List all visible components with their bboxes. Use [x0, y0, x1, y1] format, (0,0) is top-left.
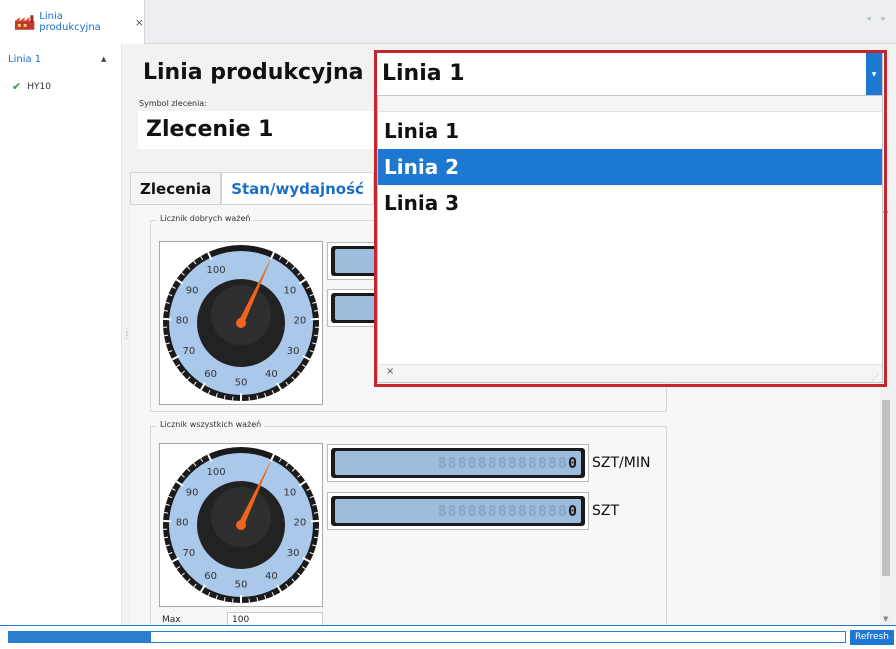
gauge-tick-label: 70 — [183, 548, 196, 559]
collapse-arrow-icon[interactable]: ▲ — [101, 55, 106, 63]
count-unit-label: SZT — [592, 503, 620, 519]
gauge-tick — [313, 512, 319, 514]
document-tab-strip: Linia produkcyjna × ◂ ▸ — [0, 0, 896, 44]
gauge-tick-label: 100 — [207, 265, 226, 276]
scrollbar-thumb[interactable] — [882, 400, 890, 576]
line-tree-panel: Linia 1 ▲ ✔ HY10 — [0, 44, 122, 625]
dropdown-option-linia-3[interactable]: Linia 3 — [378, 185, 882, 221]
combo-selected-value: Linia 1 — [382, 61, 465, 86]
dropdown-search-row[interactable] — [378, 96, 882, 112]
gauge-tick — [163, 334, 169, 337]
gauge-tick-label: 60 — [204, 571, 217, 582]
gauge-tick-label: 30 — [287, 346, 300, 357]
rate-value: 0 — [567, 454, 578, 472]
scroll-down-icon[interactable]: ▼ — [883, 615, 888, 623]
production-line-combo[interactable]: Linia 1 ▼ — [375, 52, 883, 96]
gauge-tick-label: 40 — [265, 571, 278, 582]
max-label: Max — [162, 615, 181, 625]
gauge-needle-cap — [236, 520, 246, 530]
resize-grip-icon[interactable]: ⋰ — [872, 373, 879, 381]
tab-stan-wydajnosc[interactable]: Stan/wydajność — [221, 172, 374, 204]
tree-node-linia-1[interactable]: Linia 1 — [8, 54, 41, 65]
production-line-dropdown: Linia 1 Linia 2 Linia 3 × ⋰ — [377, 95, 883, 383]
refresh-button[interactable]: Refresh — [850, 630, 894, 645]
gauge-tick-label: 40 — [265, 369, 278, 380]
gauge-dial: 10 20 30 40 50 60 70 80 90 100 — [163, 447, 319, 603]
gauge-needle-cap — [236, 318, 246, 328]
tab-label: Linia produkcyjna — [39, 11, 101, 33]
status-bar: Refresh — [0, 625, 896, 649]
all-weighings-gauge: 10 20 30 40 50 60 70 80 90 100 — [159, 443, 323, 607]
all-count-display: 8888888888888 0 — [327, 492, 589, 530]
production-line-label: Linia produkcyjna — [143, 60, 364, 85]
gauge-tick-label: 20 — [294, 315, 307, 326]
gauge-sheen — [211, 285, 271, 345]
factory-icon — [14, 15, 35, 30]
dropdown-option-linia-1[interactable]: Linia 1 — [378, 113, 882, 149]
dropdown-footer: × ⋰ — [378, 364, 882, 382]
gauge-tick-label: 70 — [183, 346, 196, 357]
good-weighings-title: Licznik dobrych ważeń — [157, 214, 254, 223]
gauge-tick — [163, 536, 169, 539]
gauge-sheen — [211, 487, 271, 547]
status-tabs: Zlecenia Stan/wydajność — [130, 172, 374, 204]
tab-linia-produkcyjna[interactable]: Linia produkcyjna × — [0, 0, 145, 44]
gauge-tick — [163, 512, 169, 514]
all-rate-display: 8888888888888 0 — [327, 444, 589, 482]
app-window: Linia produkcyjna × ◂ ▸ Linia 1 ▲ ✔ HY10… — [0, 0, 896, 649]
gauge-tick-label: 100 — [207, 467, 226, 478]
gauge-tick-label: 10 — [284, 488, 297, 499]
gauge-tick-label: 90 — [186, 286, 199, 297]
gauge-tick-label: 50 — [235, 580, 248, 591]
all-weighings-group: Licznik wszystkich ważeń 10 20 30 40 50 60 70 8… — [150, 420, 667, 636]
gauge-tick — [313, 536, 319, 539]
order-symbol-label: Symbol zlecenia: — [139, 99, 207, 108]
clear-icon[interactable]: × — [386, 366, 394, 377]
gauge-tick-label: 60 — [204, 369, 217, 380]
scroll-up-icon[interactable]: ▲ — [883, 206, 888, 214]
gauge-tick-label: 90 — [186, 488, 199, 499]
tab-scroll-arrows-icon[interactable]: ◂ ▸ — [866, 14, 890, 24]
gauge-tick — [313, 310, 319, 312]
gauge-tick — [163, 310, 169, 312]
gauge-tick-label: 10 — [284, 286, 297, 297]
check-icon: ✔ — [12, 80, 22, 93]
gauge-tick-label: 50 — [235, 378, 248, 389]
close-tab-icon[interactable]: × — [135, 16, 144, 29]
order-symbol-field[interactable]: Zlecenie 1 — [138, 111, 378, 149]
gauge-tick-label: 30 — [287, 548, 300, 559]
gauge-dial: 10 20 30 40 50 60 70 80 90 100 — [163, 245, 319, 401]
gauge-tick — [313, 334, 319, 337]
progress-bar — [8, 631, 846, 643]
tree-node-label: HY10 — [27, 81, 51, 92]
dropdown-option-linia-2[interactable]: Linia 2 — [378, 149, 882, 185]
good-weighings-gauge: 10 20 30 40 50 60 70 80 90 100 — [159, 241, 323, 405]
rate-unit-label: SZT/MIN — [592, 455, 651, 471]
progress-fill — [9, 632, 152, 642]
gauge-tick-label: 80 — [176, 517, 189, 528]
gauge-tick-label: 20 — [294, 517, 307, 528]
tree-node-hy10[interactable]: ✔ HY10 — [12, 80, 51, 93]
dropdown-arrow-icon[interactable]: ▼ — [866, 53, 882, 95]
tab-zlecenia[interactable]: Zlecenia — [130, 172, 222, 204]
gauge-tick-label: 80 — [176, 315, 189, 326]
all-weighings-title: Licznik wszystkich ważeń — [157, 420, 265, 429]
count-value: 0 — [567, 502, 578, 520]
